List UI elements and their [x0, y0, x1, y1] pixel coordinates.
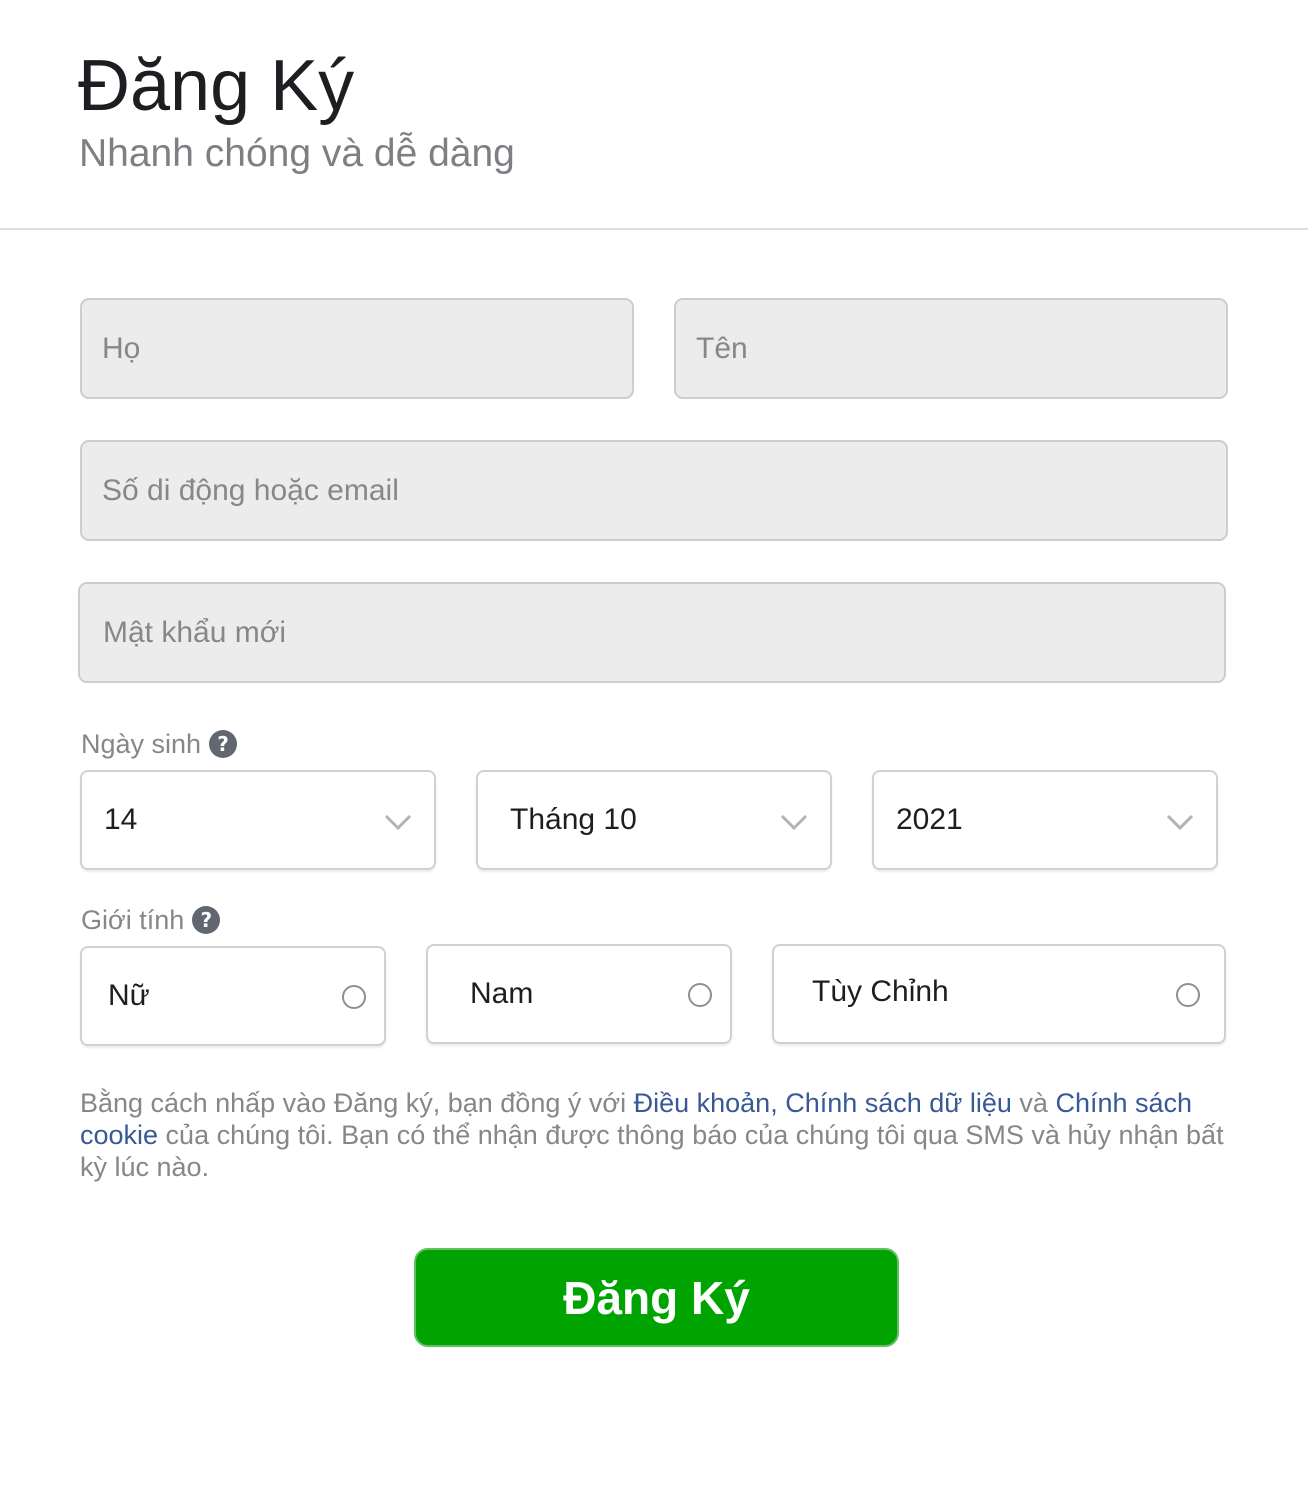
radio-button[interactable] [342, 985, 366, 1009]
gender-option-male[interactable]: Nam [426, 944, 732, 1044]
new-password-input[interactable] [78, 582, 1226, 683]
terms-notice: Bằng cách nhấp vào Đăng ký, bạn đồng ý v… [80, 1087, 1230, 1183]
gender-option-label: Nữ [108, 979, 150, 1012]
chevron-down-icon [780, 814, 808, 831]
radio-button[interactable] [688, 983, 712, 1007]
first-name-input[interactable] [674, 298, 1228, 399]
chevron-down-icon [1166, 814, 1194, 831]
gender-option-custom[interactable]: Tùy Chỉnh [772, 944, 1226, 1044]
terms-text: của chúng tôi. Bạn có thể nhận được thôn… [80, 1120, 1224, 1182]
question-circle-icon[interactable]: ? [192, 906, 221, 934]
radio-button[interactable] [1176, 983, 1200, 1007]
terms-separator: , [770, 1088, 786, 1118]
question-circle-icon[interactable]: ? [209, 730, 238, 758]
data-policy-link[interactable]: Chính sách dữ liệu [785, 1088, 1012, 1118]
phone-or-email-input[interactable] [80, 440, 1228, 541]
signup-button[interactable]: Đăng Ký [414, 1248, 899, 1347]
birthday-day-value: 14 [104, 803, 138, 836]
birthday-year-select[interactable]: 2021 [872, 770, 1218, 870]
birthday-month-value: Tháng 10 [510, 803, 637, 836]
birthday-label: Ngày sinh ? [81, 728, 238, 760]
page-title: Đăng Ký [78, 46, 355, 126]
terms-text: và [1011, 1088, 1056, 1118]
birthday-month-select[interactable]: Tháng 10 [476, 770, 832, 870]
terms-link[interactable]: Điều khoản [634, 1088, 771, 1118]
terms-text: Bằng cách nhấp vào Đăng ký, bạn đồng ý v… [80, 1088, 634, 1118]
chevron-down-icon [384, 814, 412, 831]
birthday-day-select[interactable]: 14 [80, 770, 436, 870]
gender-option-label: Nam [470, 977, 534, 1010]
gender-option-label: Tùy Chỉnh [812, 975, 949, 1008]
last-name-input[interactable] [80, 298, 634, 399]
birthday-label-text: Ngày sinh [81, 729, 202, 759]
page-subtitle: Nhanh chóng và dễ dàng [79, 132, 515, 175]
birthday-year-value: 2021 [896, 803, 963, 836]
header-divider [0, 228, 1308, 230]
gender-label-text: Giới tính [81, 905, 185, 935]
gender-option-female[interactable]: Nữ [80, 946, 386, 1046]
gender-label: Giới tính ? [81, 904, 221, 936]
